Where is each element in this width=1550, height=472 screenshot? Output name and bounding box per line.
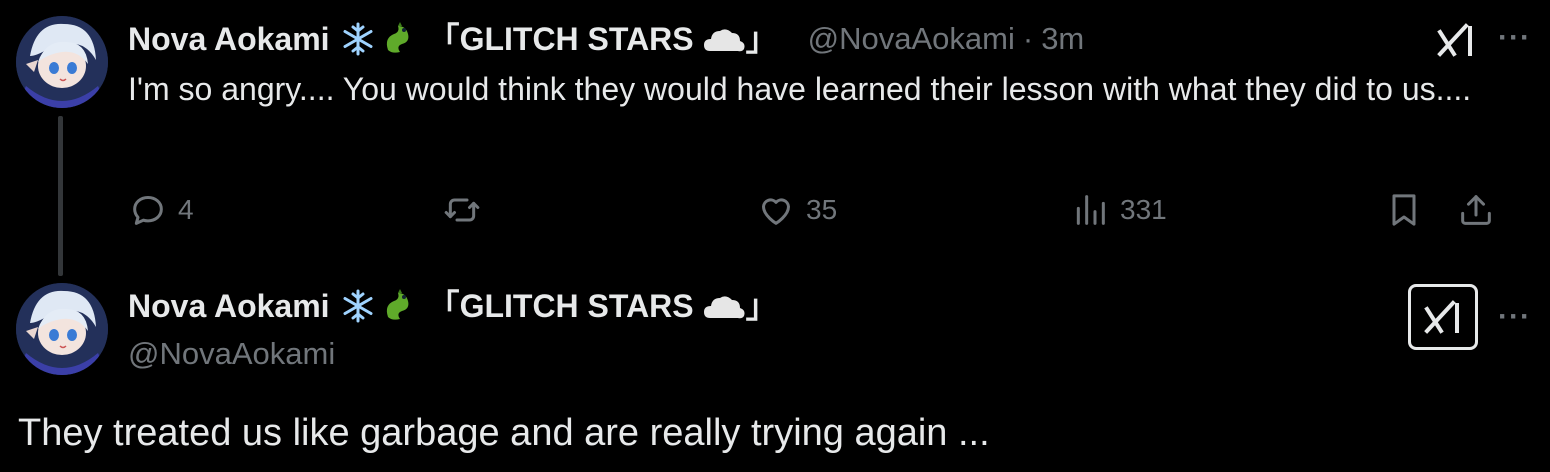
separator: · <box>1022 21 1034 56</box>
views-count: 331 <box>1120 194 1167 225</box>
views-button[interactable]: 331 <box>1070 190 1167 230</box>
like-icon <box>762 198 790 225</box>
avatar[interactable] <box>16 16 108 108</box>
cloud-icon <box>702 23 746 55</box>
tweet-text: I'm so angry.... You would think they wo… <box>128 71 1472 107</box>
more-icon[interactable]: ··· <box>1498 23 1531 53</box>
avatar[interactable] <box>16 283 108 375</box>
dragon-icon <box>380 287 418 325</box>
share-icon <box>1461 195 1491 225</box>
repost-icon <box>444 198 480 222</box>
snowflake-icon <box>340 21 376 57</box>
badge-text: GLITCH STARS <box>459 288 694 324</box>
cloud-icon <box>702 290 746 322</box>
grok-icon[interactable] <box>1408 284 1478 350</box>
badge-open: 「 <box>427 21 460 57</box>
repost-button[interactable] <box>442 190 492 230</box>
tweet-text: They treated us like garbage and are rea… <box>18 412 990 454</box>
more-icon[interactable]: ··· <box>1498 302 1531 332</box>
author-row: Nova Aokami 「 GLITCH STARS <box>128 286 778 326</box>
grok-icon[interactable] <box>1436 22 1476 63</box>
badge-close: 」 <box>745 288 778 324</box>
display-name[interactable]: Nova Aokami <box>128 19 330 59</box>
like-button[interactable]: 35 <box>756 190 837 230</box>
handle[interactable]: @NovaAokami <box>128 334 335 374</box>
views-icon <box>1076 195 1105 225</box>
timestamp[interactable]: 3m <box>1041 19 1084 59</box>
bookmark-button[interactable] <box>1384 190 1424 230</box>
badge-open: 「 <box>427 288 460 324</box>
reply-count: 4 <box>178 194 194 225</box>
handle[interactable]: @NovaAokami <box>808 19 1015 59</box>
like-count: 35 <box>806 194 838 225</box>
badge-close: 」 <box>745 21 778 57</box>
bookmark-icon <box>1392 194 1416 226</box>
snowflake-icon <box>340 288 376 324</box>
thread-line <box>58 116 63 276</box>
reply-button[interactable]: 4 <box>128 190 194 230</box>
author-row: Nova Aokami 「 GLITCH STARS <box>128 19 1084 59</box>
dragon-icon <box>380 20 418 58</box>
reply-icon <box>133 196 163 225</box>
display-name[interactable]: Nova Aokami <box>128 286 330 326</box>
share-button[interactable] <box>1456 190 1496 230</box>
badge-text: GLITCH STARS <box>459 21 694 57</box>
